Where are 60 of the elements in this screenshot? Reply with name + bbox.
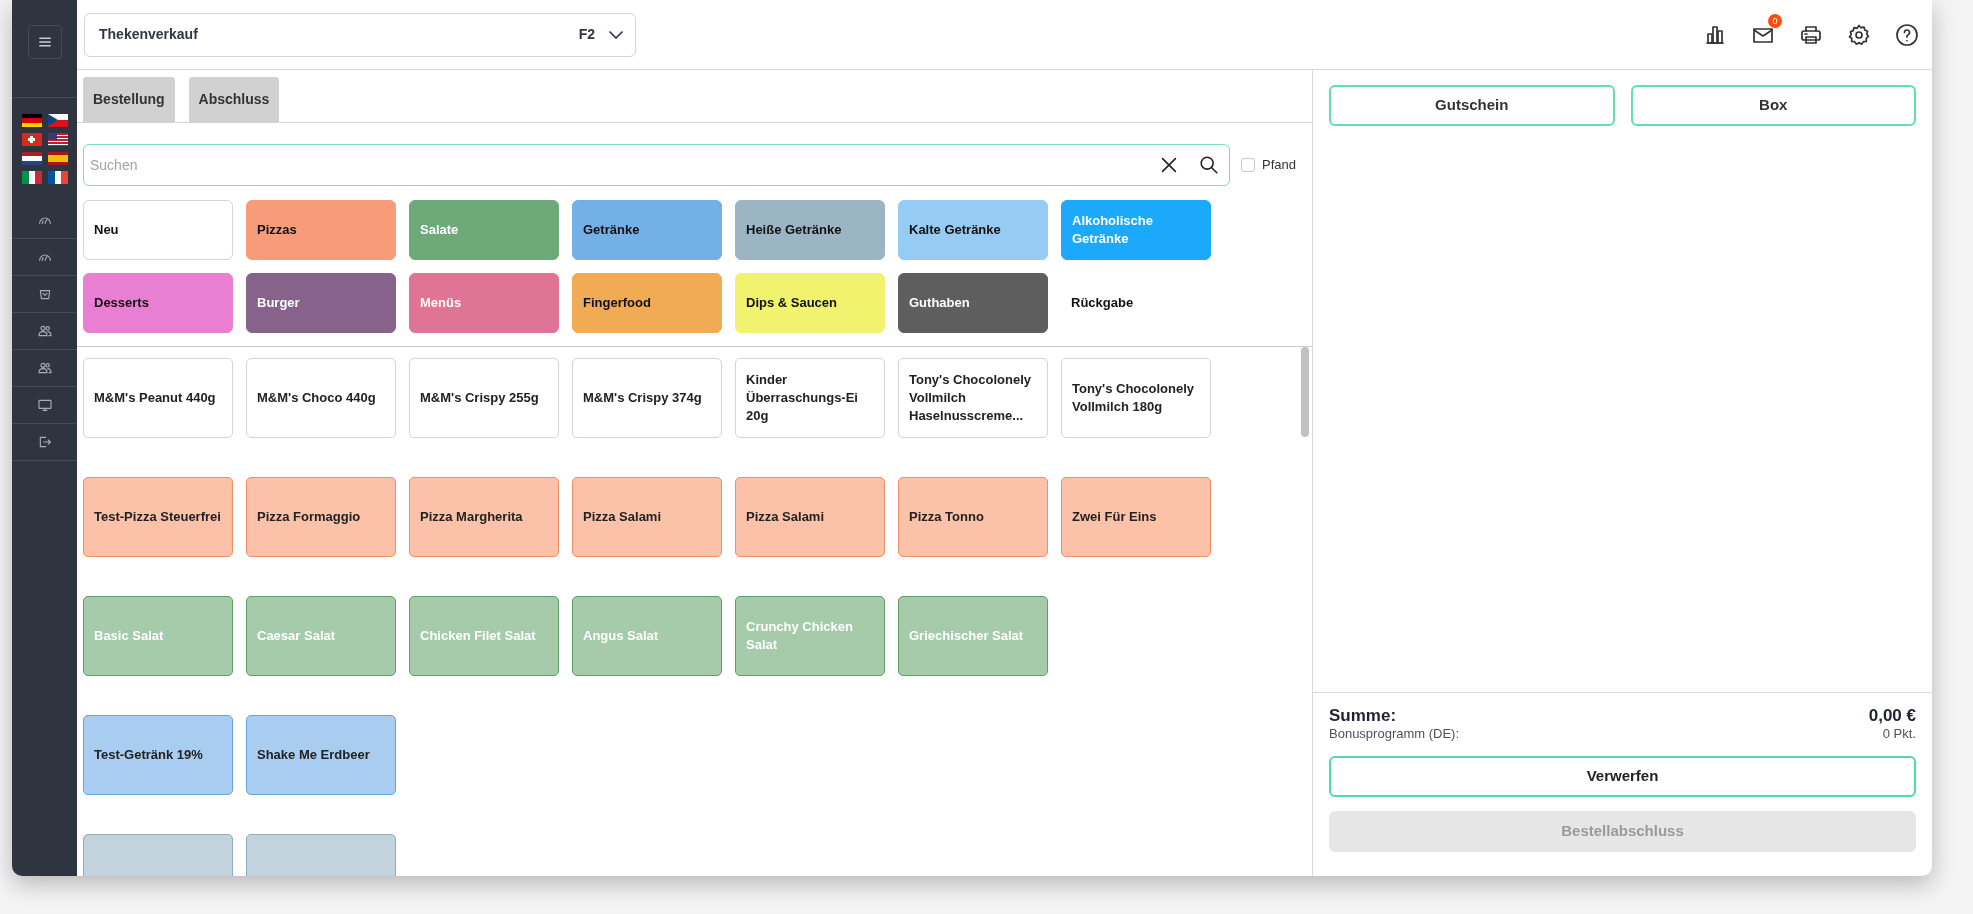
product-tile[interactable]: Test-Getränk 19% [83,715,233,795]
shortcut-label: F2 [578,25,595,44]
search-field[interactable]: Suchen [83,144,1230,186]
product-tile[interactable]: M&M's Peanut 440g [83,358,233,438]
menu-button[interactable] [27,25,62,59]
deposit-checkbox[interactable] [1241,158,1255,172]
product-tile[interactable]: Kinder Überraschungs-Ei 20g [735,358,885,438]
dutch-flag-icon[interactable] [21,152,42,165]
us-flag-icon[interactable] [47,133,68,146]
category-tile[interactable]: Rückgabe [1061,273,1211,333]
category-tile[interactable]: Pizzas [246,200,396,260]
total-label: Summe: [1329,706,1397,726]
product-tile[interactable]: Zwei Für Eins [1061,477,1211,557]
product-tile[interactable]: Pizza Salami [735,477,885,557]
scrollbar-thumb[interactable] [1301,347,1309,437]
bonus-program-label: Bonusprogramm (DE): [1329,726,1460,742]
category-tile[interactable]: Kalte Getränke [898,200,1048,260]
discard-button[interactable]: Verwerfen [1329,756,1916,797]
product-tile[interactable]: Shake Me Erdbeer [246,715,396,795]
italian-flag-icon[interactable] [21,171,42,184]
order-option-button[interactable]: Box [1630,85,1916,126]
help-icon [1895,22,1919,47]
dropdown-value: Thekenverkauf [99,25,199,44]
spanish-flag-icon[interactable] [47,152,68,165]
mode-dropdown[interactable]: Thekenverkauf F2 [84,12,636,57]
category-tile[interactable]: Getränke [572,200,722,260]
product-tile[interactable]: Pizza Formaggio [246,477,396,557]
product-tile[interactable]: Tony's Chocolonely Vollmilch Haselnusscreme... [898,358,1048,438]
monitor-icon [36,397,53,413]
product-tile[interactable]: Pizza Margherita [409,477,559,557]
category-tile[interactable]: Guthaben [898,273,1048,333]
product-tile[interactable]: M&M's Crispy 255g [409,358,559,438]
category-tile[interactable]: Neu [83,200,233,260]
product-tile[interactable]: Test-Pizza Steuerfrei [83,477,233,557]
users-icon [36,323,53,339]
total-amount: 0,00 € [1868,706,1916,726]
unread-count-badge: 0 [1768,13,1782,28]
category-tile[interactable]: Burger [246,273,396,333]
product-tile[interactable]: Pizza Tonno [898,477,1048,557]
bonus-points: 0 Pkt. [1882,726,1916,742]
swiss-flag-icon[interactable] [21,133,42,146]
category-tile[interactable]: Desserts [83,273,233,333]
settings-icon [1847,22,1871,47]
search-icon[interactable] [1198,154,1220,176]
french-flag-icon[interactable] [47,171,68,184]
help-button[interactable] [1894,21,1920,48]
product-tile[interactable]: M&M's Crispy 374g [572,358,722,438]
category-tile[interactable]: Dips & Saucen [735,273,885,333]
tab[interactable]: Bestellung [83,77,175,122]
order-option-button[interactable]: Gutschein [1329,85,1615,126]
product-tile[interactable]: M&M's Choco 440g [246,358,396,438]
german-flag-icon[interactable] [21,114,42,127]
chevron-down-icon [609,30,623,39]
category-tile[interactable]: Fingerfood [572,273,722,333]
tab[interactable]: Abschluss [188,77,280,122]
product-tile[interactable]: Tony's Chocolonely Vollmilch 180g [1061,358,1211,438]
category-tile[interactable]: Heiße Getränke [735,200,885,260]
deposit-label: Pfand [1262,156,1296,175]
users-icon [36,360,53,376]
product-tile[interactable]: Pizza Salami [572,477,722,557]
